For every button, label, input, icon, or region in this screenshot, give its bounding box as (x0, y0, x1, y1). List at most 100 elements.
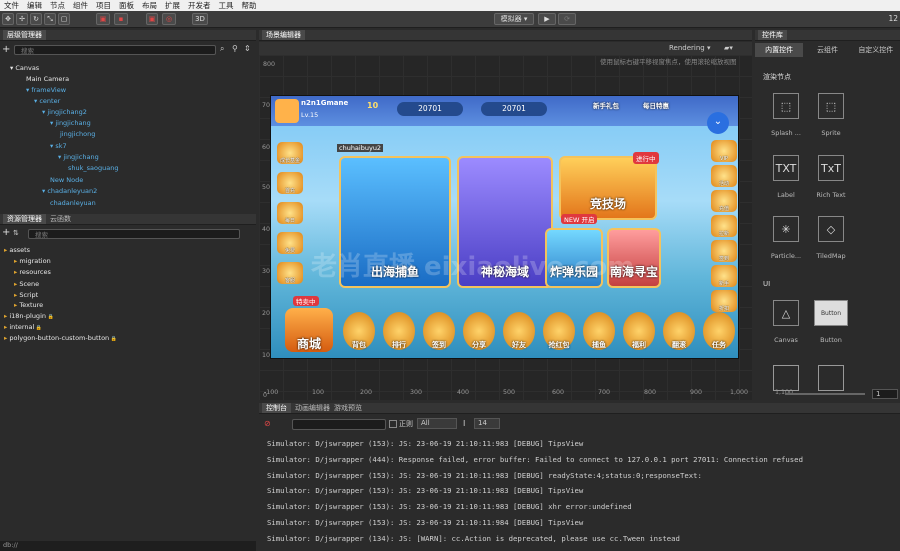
rotate-tool-icon[interactable]: ↻ (30, 13, 42, 25)
bottom-button[interactable]: 签到 (423, 312, 455, 350)
layout-icon[interactable] (773, 365, 799, 391)
bottom-button[interactable]: 抢红包 (543, 312, 575, 350)
tab-cloud[interactable]: 云组件 (803, 43, 851, 57)
tab-game-preview[interactable]: 游戏预览 (334, 403, 362, 413)
bottom-button[interactable]: 任务 (703, 312, 735, 350)
asset-item[interactable]: ▸ resources (14, 268, 51, 276)
search-icon[interactable]: ⌕ (220, 44, 224, 54)
tree-node[interactable]: chadanleyuan (50, 199, 96, 207)
widget-item[interactable]: Button Button (809, 300, 853, 355)
tab-scene[interactable]: 场景编辑器 (262, 30, 305, 40)
widget-item[interactable]: △ Canvas (764, 300, 808, 355)
menu-item[interactable]: 开发者 (184, 0, 215, 11)
menu-item[interactable]: 节点 (46, 0, 69, 11)
assets-search-input[interactable]: 搜索 (28, 229, 240, 239)
scale-tool-icon[interactable]: ⤡ (44, 13, 56, 25)
tree-node[interactable]: ▾ frameView (26, 86, 66, 94)
right-button[interactable]: 折扣 (711, 290, 737, 312)
bottom-button[interactable]: 捕鱼 (583, 312, 615, 350)
right-button[interactable]: 拉新 (711, 215, 737, 237)
tree-node[interactable]: ▾ Canvas (10, 64, 39, 72)
left-button[interactable]: 免费 (277, 232, 303, 254)
camera-icon[interactable]: ▰▾ (724, 44, 733, 52)
tree-node[interactable]: shuk_saoguang (68, 164, 118, 172)
bottom-button[interactable]: 福利 (623, 312, 655, 350)
size-input[interactable]: 1 (872, 389, 898, 399)
asset-item[interactable]: ▸ Script (14, 291, 38, 299)
menu-item[interactable]: 扩展 (161, 0, 184, 11)
menu-item[interactable]: 帮助 (238, 0, 261, 11)
widget-item[interactable]: ◇ TiledMap (809, 216, 853, 271)
game-preview[interactable]: n2n1Gmane Lv.15 10 20701 20701 新手礼包 每日特惠… (270, 95, 739, 359)
widget-item[interactable]: ⬚ Sprite (809, 93, 853, 148)
newbie-gift[interactable]: 新手礼包 (593, 100, 619, 110)
console-filter-input[interactable] (292, 419, 386, 430)
asset-item[interactable]: ▸ internal 🔒 (4, 323, 42, 331)
snap-icon[interactable]: ▣ (146, 13, 158, 25)
tree-node[interactable]: ▾ chadanleyuan2 (42, 187, 97, 195)
rect-tool-icon[interactable]: ▢ (58, 13, 70, 25)
tab-custom[interactable]: 自定义控件 (852, 43, 900, 57)
tab-assets[interactable]: 资源管理器 (3, 214, 46, 224)
target-icon[interactable]: ◎ (162, 13, 176, 25)
expand-icon[interactable]: ⌄ (707, 112, 729, 134)
bottom-button[interactable]: 好友 (503, 312, 535, 350)
3d-button[interactable]: 3D (192, 13, 208, 25)
right-button[interactable]: VIP (711, 140, 737, 162)
asset-item[interactable]: ▸ i18n-plugin 🔒 (4, 312, 54, 320)
hierarchy-search-input[interactable]: 搜索 (14, 45, 216, 55)
menu-item[interactable]: 编辑 (23, 0, 46, 11)
hand-tool-icon[interactable]: ✥ (2, 13, 14, 25)
menu-item[interactable]: 文件 (0, 0, 23, 11)
asset-item[interactable]: ▸ migration (14, 257, 51, 265)
asset-item[interactable]: ▸ polygon-button-custom-button 🔒 (4, 334, 117, 342)
menu-item[interactable]: 组件 (69, 0, 92, 11)
locate-icon[interactable]: ⚲ (232, 44, 238, 53)
widget-item[interactable]: TXT Label (764, 155, 808, 210)
log-level-select[interactable]: All (417, 418, 457, 429)
tree-node[interactable]: ▾ jingjichang (50, 119, 91, 127)
right-button[interactable]: 活动 (711, 165, 737, 187)
tab-builtin[interactable]: 内置控件 (755, 43, 804, 57)
asset-item[interactable]: ▸ Texture (14, 301, 43, 309)
local-toggle-icon[interactable]: ▣ (96, 13, 110, 25)
left-button[interactable]: 成长基金 (277, 142, 303, 164)
tree-node[interactable]: Main Camera (26, 75, 69, 83)
regex-checkbox[interactable] (389, 420, 397, 428)
pivot-toggle-icon[interactable]: ▪ (114, 13, 128, 25)
add-asset-icon[interactable]: + (2, 227, 10, 238)
menu-item[interactable]: 面板 (115, 0, 138, 11)
asset-item[interactable]: ▸ Scene (14, 280, 39, 288)
left-button[interactable]: 客服 (277, 262, 303, 284)
tree-node[interactable]: jingjichong (60, 130, 95, 138)
bottom-button[interactable]: 分享 (463, 312, 495, 350)
collapse-icon[interactable]: ⇕ (244, 44, 251, 53)
right-button[interactable]: 签到 (711, 240, 737, 262)
platform-select[interactable]: 模拟器 ▾ (494, 13, 534, 25)
asset-item[interactable]: ▸ assets (4, 246, 30, 254)
game-card[interactable]: 竞技场 (559, 156, 657, 220)
right-button[interactable]: 充值 (711, 190, 737, 212)
right-button[interactable]: 新手 (711, 265, 737, 287)
tab-animation[interactable]: 动画编辑器 (295, 403, 330, 413)
menu-item[interactable]: 项目 (92, 0, 115, 11)
tree-node[interactable]: New Node (50, 176, 83, 184)
left-button[interactable]: 每日 (277, 202, 303, 224)
tree-node[interactable]: ▾ jingjichang2 (42, 108, 87, 116)
tab-console[interactable]: 控制台 (262, 403, 291, 413)
rendering-select[interactable]: Rendering ▾ (669, 44, 710, 52)
tab-cloud-functions[interactable]: 云函数 (50, 214, 71, 224)
tab-hierarchy[interactable]: 层级管理器 (3, 30, 46, 40)
play-button[interactable]: ▶ (538, 13, 556, 25)
bottom-button[interactable]: 背包 (343, 312, 375, 350)
menu-item[interactable]: 工具 (215, 0, 238, 11)
add-node-icon[interactable]: + (2, 44, 10, 55)
move-tool-icon[interactable]: ✢ (16, 13, 28, 25)
bottom-button[interactable]: 排行 (383, 312, 415, 350)
refresh-button[interactable]: ⟳ (558, 13, 576, 25)
size-slider[interactable] (785, 393, 865, 395)
daily-deal[interactable]: 每日特惠 (643, 100, 669, 110)
widget-item[interactable]: TxT Rich Text (809, 155, 853, 210)
tree-node[interactable]: ▾ center (34, 97, 60, 105)
tree-node[interactable]: ▾ jingjichang (58, 153, 99, 161)
